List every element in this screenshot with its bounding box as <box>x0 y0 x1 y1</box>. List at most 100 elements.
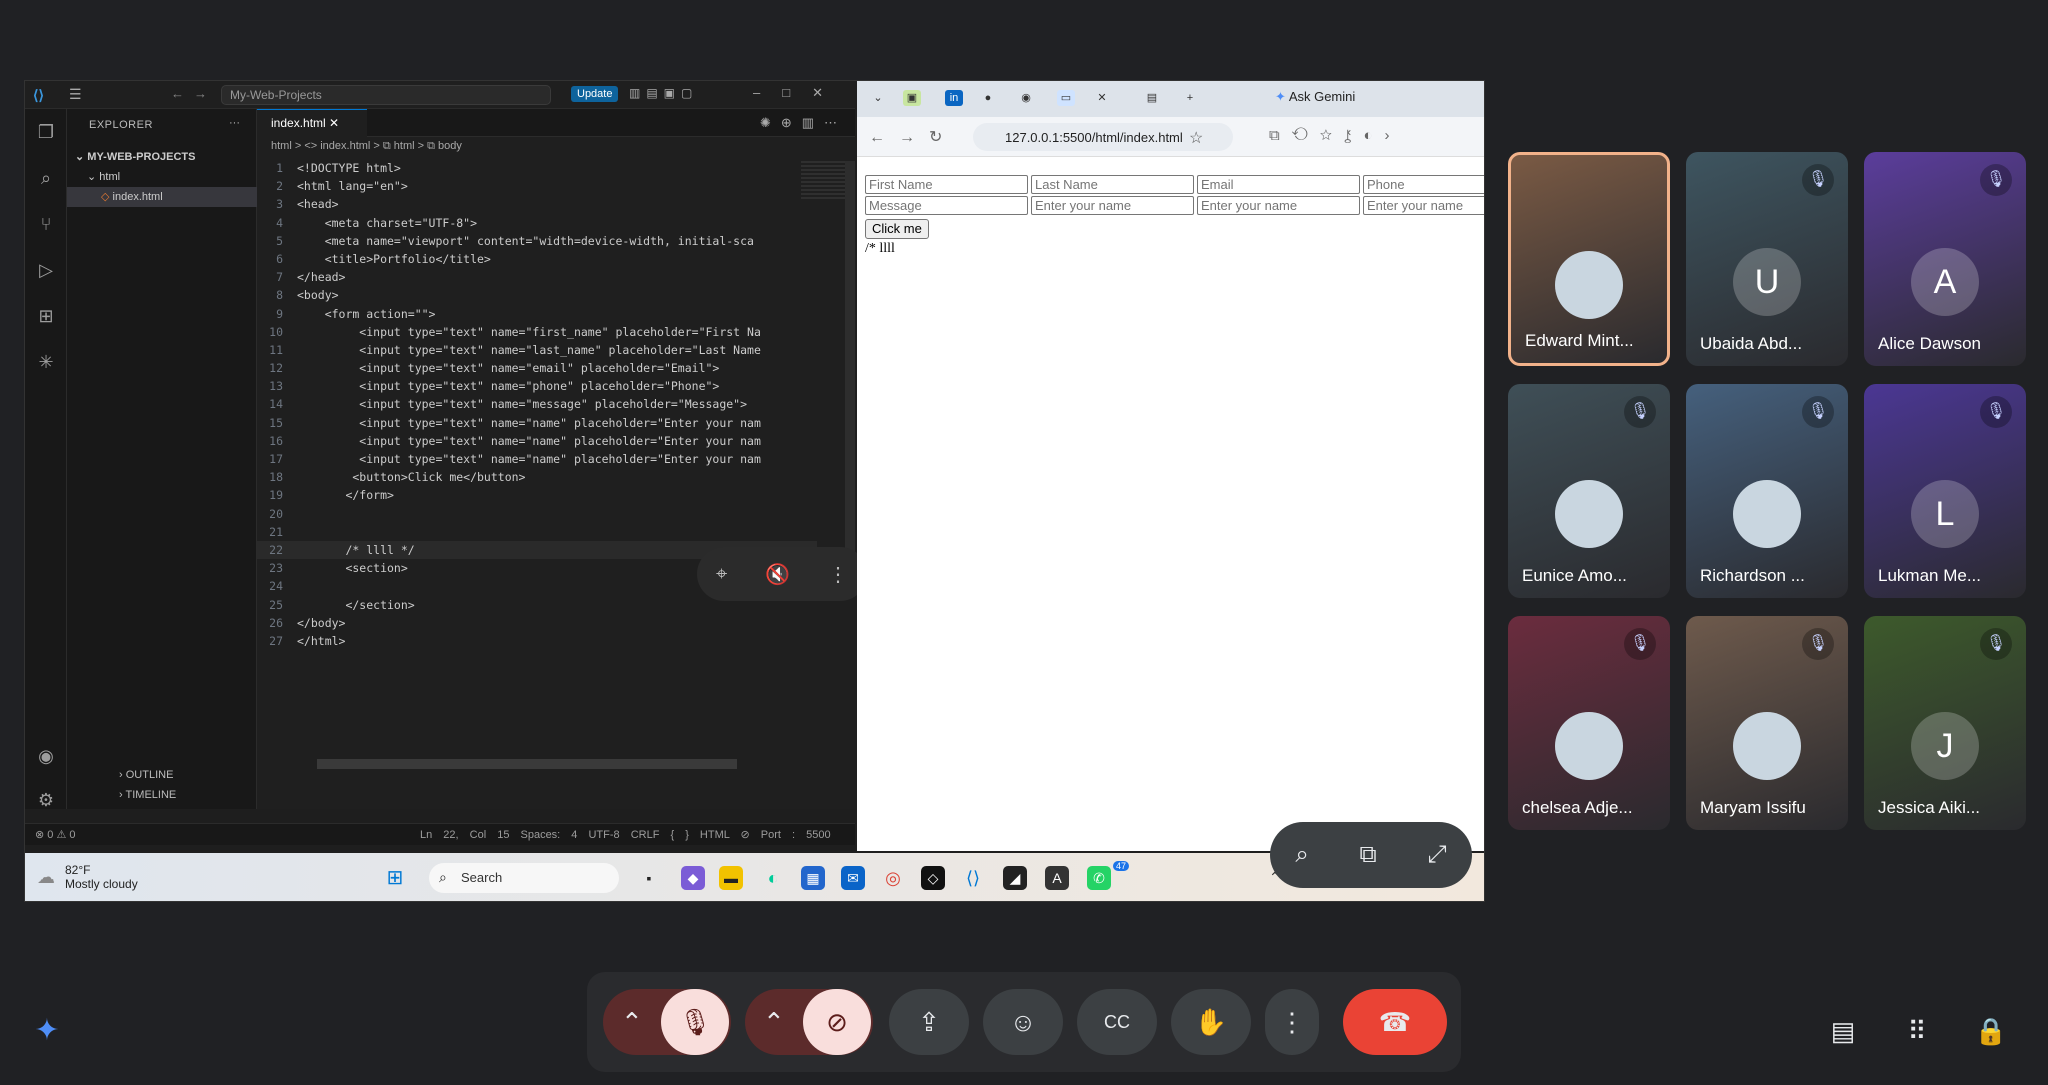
code-line[interactable]: 19 </form> <box>257 486 817 504</box>
gear-icon[interactable]: ⚙ <box>35 789 57 811</box>
tab-menu-icon[interactable]: ⌄ <box>869 90 887 106</box>
search-icon[interactable]: ⌕ <box>35 167 57 189</box>
participant-tile[interactable]: U Ubaida Abd... 🎙 <box>1686 152 1848 366</box>
code-line[interactable]: 4 <meta charset="UTF-8"> <box>257 214 817 232</box>
folder-root[interactable]: ⌄ MY-WEB-PROJECTS <box>67 147 257 167</box>
timeline-section[interactable]: › TIMELINE <box>119 789 176 801</box>
participant-tile[interactable]: Edward Mint... <box>1508 152 1670 366</box>
app-icon-3[interactable]: A <box>1045 866 1069 890</box>
code-line[interactable]: 20 <box>257 505 817 523</box>
code-line[interactable]: 14 <input type="text" name="message" pla… <box>257 395 817 413</box>
name-input-1[interactable] <box>1031 196 1194 215</box>
gemini-icon[interactable]: ✦ <box>20 1004 74 1058</box>
code-line[interactable]: 9 <form action=""> <box>257 305 817 323</box>
outlook-icon[interactable]: ✉ <box>841 866 865 890</box>
window-controls[interactable]: –□✕ <box>753 85 845 101</box>
editor[interactable]: index.html ✕ ✺⊕▥⋯ html > <> index.html >… <box>257 109 867 809</box>
raise-hand-button[interactable]: ✋ <box>1171 989 1251 1055</box>
star-icon[interactable]: ☆ <box>1189 128 1203 148</box>
app-icon-2[interactable]: ◢ <box>1003 866 1027 890</box>
present-button[interactable]: ⇪ <box>889 989 969 1055</box>
participant-tile[interactable]: chelsea Adje... 🎙 <box>1508 616 1670 830</box>
code-line[interactable]: 15 <input type="text" name="name" placeh… <box>257 414 817 432</box>
chevron-up-icon[interactable]: ⌃ <box>621 1007 643 1038</box>
ask-gemini-button[interactable]: ✦ Ask Gemini <box>1275 89 1355 105</box>
code-line[interactable]: 12 <input type="text" name="email" place… <box>257 359 817 377</box>
browser-nav-icons[interactable]: ←→↻ <box>869 127 956 147</box>
status-info[interactable]: Ln 22, Col 15 Spaces: 4 UTF-8 CRLF { } H… <box>420 828 831 841</box>
horizontal-scrollbar[interactable] <box>317 759 737 769</box>
code-line[interactable]: 1 <!DOCTYPE html> <box>257 159 817 177</box>
code-line[interactable]: 13 <input type="text" name="phone" place… <box>257 377 817 395</box>
participant-tile[interactable]: A Alice Dawson 🎙 <box>1864 152 2026 366</box>
unpin-icon[interactable]: ⌖ <box>716 563 727 586</box>
outline-section[interactable]: › OUTLINE <box>119 769 173 781</box>
tab-favicon-3[interactable]: ▤ <box>1143 90 1161 106</box>
file-index[interactable]: ◇ index.html <box>67 187 257 207</box>
extension-icons[interactable]: ⧉⟲☆⚷◐› <box>1269 127 1402 144</box>
new-tab-icon[interactable]: + <box>1181 90 1199 106</box>
minimap[interactable] <box>801 161 847 201</box>
folder-html[interactable]: ⌄ html <box>67 167 257 187</box>
explorer-icon[interactable]: ❐ <box>35 121 57 143</box>
phone-input[interactable] <box>1363 175 1484 194</box>
camera-button[interactable]: ⊘ <box>803 989 871 1055</box>
host-controls-button[interactable]: 🔒 <box>1964 1004 2018 1058</box>
extensions-icon[interactable]: ⊞ <box>35 305 57 327</box>
tab-index-html[interactable]: index.html ✕ <box>257 109 367 137</box>
participant-tile[interactable]: Maryam Issifu 🎙 <box>1686 616 1848 830</box>
code-line[interactable]: 26 </body> <box>257 614 817 632</box>
tab-close-icon[interactable]: ✕ <box>1093 90 1111 106</box>
vscode-taskbar-icon[interactable]: ⟨⟩ <box>961 866 985 890</box>
code-line[interactable]: 6 <title>Portfolio</title> <box>257 250 817 268</box>
copilot-icon[interactable]: ◆ <box>681 866 705 890</box>
code-line[interactable]: 17 <input type="text" name="name" placeh… <box>257 450 817 468</box>
participant-tile[interactable]: J Jessica Aiki... 🎙 <box>1864 616 2026 830</box>
weather-widget[interactable]: 82°F Mostly cloudy <box>65 863 138 891</box>
code-line[interactable]: 11 <input type="text" name="last_name" p… <box>257 341 817 359</box>
command-center[interactable]: My-Web-Projects <box>221 85 551 105</box>
linkedin-icon[interactable]: in <box>945 90 963 106</box>
status-errors[interactable]: ⊗ 0 ⚠ 0 <box>35 828 75 841</box>
chrome-icon[interactable]: ◎ <box>881 866 905 890</box>
chevron-up-icon-2[interactable]: ⌃ <box>763 1007 785 1038</box>
run-debug-icon[interactable]: ▷ <box>35 259 57 281</box>
editor-actions[interactable]: ✺⊕▥⋯ <box>760 115 847 131</box>
code-line[interactable]: 18 <button>Click me</button> <box>257 468 817 486</box>
app-icon-1[interactable]: ◇ <box>921 866 945 890</box>
chat-button[interactable]: ▤ <box>1816 1004 1870 1058</box>
taskbar-search[interactable]: Search <box>429 863 619 893</box>
code-line[interactable]: 8 <body> <box>257 286 817 304</box>
tab-favicon-1[interactable]: ▣ <box>903 90 921 106</box>
account-icon[interactable]: ◉ <box>35 745 57 767</box>
participant-tile[interactable]: Richardson ... 🎙 <box>1686 384 1848 598</box>
code-line[interactable]: 21 <box>257 523 817 541</box>
sparkle-icon[interactable]: ✳ <box>35 351 57 373</box>
zoom-in-icon[interactable]: ⌕ <box>1295 841 1308 869</box>
participant-tile[interactable]: Eunice Amo... 🎙 <box>1508 384 1670 598</box>
vertical-scrollbar[interactable] <box>845 161 855 581</box>
source-control-icon[interactable]: ⑂ <box>35 213 57 235</box>
mic-button[interactable]: 🎙 <box>661 989 729 1055</box>
code-line[interactable]: 7 </head> <box>257 268 817 286</box>
name-input-2[interactable] <box>1197 196 1360 215</box>
store-icon[interactable]: ▦ <box>801 866 825 890</box>
name-input-3[interactable] <box>1363 196 1484 215</box>
close-icon[interactable]: ✕ <box>329 116 339 130</box>
breadcrumb[interactable]: html > <> index.html > ⧉ html > ⧉ body <box>271 140 462 153</box>
edge-icon[interactable]: ◐ <box>761 866 785 890</box>
file-explorer-icon[interactable]: ▬ <box>719 866 743 890</box>
message-input[interactable] <box>865 196 1028 215</box>
code-line[interactable]: 27 </html> <box>257 632 817 650</box>
captions-button[interactable]: CC <box>1077 989 1157 1055</box>
menu-icon[interactable]: ☰ <box>69 86 82 103</box>
email-input[interactable] <box>1197 175 1360 194</box>
fullscreen-icon[interactable]: ⤢ <box>1427 841 1446 869</box>
nav-arrows-icon[interactable]: ←→ <box>171 86 217 101</box>
more-vert-icon[interactable]: ⋮ <box>828 562 848 587</box>
update-button[interactable]: Update <box>571 86 619 102</box>
code-line[interactable]: 3 <head> <box>257 195 817 213</box>
first-name-input[interactable] <box>865 175 1028 194</box>
participant-tile[interactable]: L Lukman Me... 🎙 <box>1864 384 2026 598</box>
leave-call-button[interactable]: ☎ <box>1343 989 1447 1055</box>
